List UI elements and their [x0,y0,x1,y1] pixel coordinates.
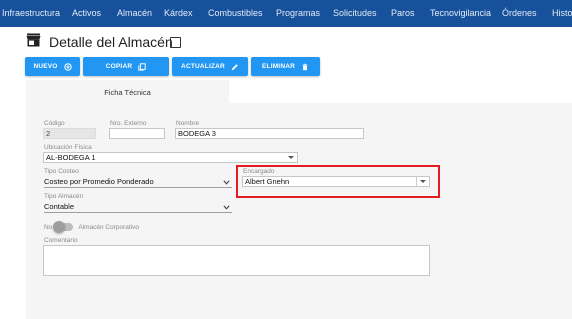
nuevo-label: NUEVO [33,63,58,70]
codigo-label: Código [44,120,65,127]
tipo-almacen-value: Contable [44,202,75,211]
comentario-label: Comentario [44,237,78,244]
actualizar-button[interactable]: ACTUALIZAR [172,57,248,76]
toggle-off-label: No [44,223,53,231]
encargado-highlight [236,165,440,198]
tipo-costeo-value: Costeo por Promedio Ponderado [44,177,154,186]
favorite-checkbox[interactable] [170,37,181,48]
nav-item-ordenes[interactable]: Órdenes [502,8,537,18]
tab-label: Ficha Técnica [104,88,151,97]
ubicacion-value: AL-BODEGA 1 [46,153,96,162]
tipo-almacen-label: Tipo Almacén [44,193,84,200]
nav-item-almacen[interactable]: Almacén [117,8,152,18]
store-icon [26,33,41,52]
page-header: Detalle del Almacén [26,33,173,52]
nav-item-kardex[interactable]: Kárdex [164,8,193,18]
tab-ficha-tecnica[interactable]: Ficha Técnica [26,80,229,103]
dropdown-arrow-icon [288,156,294,159]
trash-icon [302,63,308,70]
pencil-icon [231,63,238,70]
toggle-on-label: Almacén Corporativo [78,223,140,231]
page-title: Detalle del Almacén [49,34,173,50]
nav-item-activos[interactable]: Activos [72,8,101,18]
top-navigation: Infraestructura Activos Almacén Kárdex C… [0,0,572,27]
nav-item-infraestructura[interactable]: Infraestructura [2,8,60,18]
chevron-down-icon [223,180,230,185]
ubicacion-label: Ubicación Física [44,144,92,151]
comentario-textarea[interactable] [43,245,430,276]
copy-icon [138,62,146,71]
codigo-field: 2 [43,128,96,139]
tipo-almacen-select[interactable]: Contable [44,202,232,213]
nombre-label: Nombre [176,120,200,127]
nav-item-solicitudes[interactable]: Solicitudes [333,8,377,18]
nav-item-historico[interactable]: Histo [552,8,572,18]
nombre-field[interactable]: BODEGA 3 [175,128,364,139]
ubicacion-select[interactable]: AL-BODEGA 1 [43,152,298,163]
corporativo-toggle-row: No Almacén Corporativo [44,221,140,233]
nav-item-tecnovigilancia[interactable]: Tecnovigilancia [430,8,491,18]
toggle-knob [53,221,66,233]
nav-item-programas[interactable]: Programas [276,8,320,18]
nro-externo-field[interactable] [109,128,165,139]
copiar-label: COPIAR [105,63,133,70]
actualizar-label: ACTUALIZAR [181,63,225,70]
copiar-button[interactable]: COPIAR [83,57,169,76]
nav-item-paros[interactable]: Paros [391,8,415,18]
eliminar-button[interactable]: ELIMINAR [251,57,320,76]
corporativo-toggle[interactable] [53,221,74,233]
chevron-down-icon [223,205,230,210]
tipo-costeo-select[interactable]: Costeo por Promedio Ponderado [44,177,232,188]
nro-externo-label: Nro. Externo [110,120,147,127]
nuevo-button[interactable]: NUEVO [25,57,80,76]
eliminar-label: ELIMINAR [261,63,295,70]
tipo-costeo-label: Tipo Costeo [44,168,79,175]
add-circle-icon [63,62,72,71]
nav-item-combustibles[interactable]: Combustibles [208,8,263,18]
